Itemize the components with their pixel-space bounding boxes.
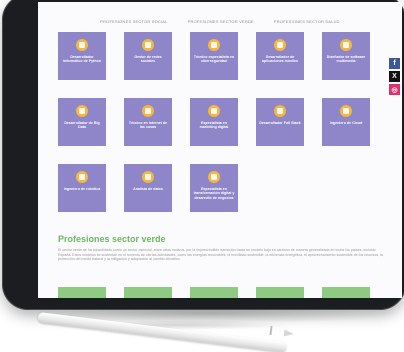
profession-tile[interactable]: Ingeniero de Cloud xyxy=(322,98,370,146)
instagram-icon[interactable]: ◎ xyxy=(389,84,400,95)
profession-icon xyxy=(76,171,88,183)
profession-label: Técnico en Internet de las cosas xyxy=(128,121,168,130)
nav-item-verde[interactable]: Profesiones sector verde xyxy=(188,19,254,24)
twitter-x-icon[interactable]: X xyxy=(389,71,400,82)
profession-tile[interactable]: Ingeniero de robótica xyxy=(58,164,106,212)
profession-label: Especialista en marketing digital xyxy=(199,121,229,130)
green-profession-tile[interactable] xyxy=(124,287,172,298)
green-tiles-row xyxy=(58,287,388,298)
profession-tile[interactable]: Especialista en transformación digital y… xyxy=(190,164,238,212)
profession-tile[interactable]: Diseñador de software multimedia xyxy=(322,32,370,80)
profession-label: Ingeniero de robótica xyxy=(63,187,101,191)
profession-label: Gestor de redes sociales xyxy=(134,55,162,64)
profession-tile[interactable]: Desarrollador de aplicaciones móviles xyxy=(256,32,304,80)
nav-item-salud[interactable]: Profesiones sector salud xyxy=(274,19,340,24)
profession-icon xyxy=(340,105,352,117)
stylus-band xyxy=(269,325,273,336)
profession-label: Analista de datos xyxy=(133,187,163,191)
professions-grid: Desarrollador informático de Python Gest… xyxy=(58,32,388,282)
profession-tile[interactable]: Especialista en marketing digital xyxy=(190,98,238,146)
profession-icon xyxy=(142,39,154,51)
profession-tile[interactable]: Técnico especialista en ciberseguridad xyxy=(190,32,238,80)
profession-tile[interactable]: Gestor de redes sociales xyxy=(124,32,172,80)
profession-tile[interactable]: Desarrollador de Big Data xyxy=(58,98,106,146)
green-profession-tile[interactable] xyxy=(190,287,238,298)
profession-tile[interactable]: Desarrollador informático de Python xyxy=(58,32,106,80)
profession-label: Ingeniero de Cloud xyxy=(329,121,363,125)
profession-icon xyxy=(142,105,154,117)
section-description: El sector verde se ha consolidado como u… xyxy=(58,248,383,262)
profession-icon xyxy=(76,39,88,51)
nav-item-social[interactable]: Profesiones sector social xyxy=(100,19,167,24)
profession-icon xyxy=(274,105,286,117)
green-profession-tile[interactable] xyxy=(322,287,370,298)
profession-icon xyxy=(142,171,154,183)
profession-icon xyxy=(274,39,286,51)
profession-label: Desarrollador de Big Data xyxy=(64,121,100,130)
profession-icon xyxy=(76,105,88,117)
profession-label: Especialista en transformación digital y… xyxy=(193,187,235,200)
profession-label: Desarrollador informático de Python xyxy=(63,55,101,64)
facebook-icon[interactable]: f xyxy=(389,58,400,69)
stylus-tip xyxy=(284,329,295,337)
profession-icon xyxy=(208,39,220,51)
profession-label: Desarrollador de aplicaciones móviles xyxy=(262,55,298,64)
tablet-screen: Profesiones sector social Profesiones se… xyxy=(38,2,402,298)
profession-icon xyxy=(208,105,220,117)
profession-label: Desarrollador Full Stack xyxy=(259,121,301,125)
tablet-device: Profesiones sector social Profesiones se… xyxy=(2,0,404,310)
green-profession-tile[interactable] xyxy=(58,287,106,298)
profession-tile[interactable]: Técnico en Internet de las cosas xyxy=(124,98,172,146)
profession-icon xyxy=(340,39,352,51)
green-profession-tile[interactable] xyxy=(256,287,304,298)
top-navigation: Profesiones sector social Profesiones se… xyxy=(38,2,402,24)
profession-icon xyxy=(208,171,220,183)
profession-label: Diseñador de software multimedia xyxy=(326,55,366,64)
section-title: Profesiones sector verde xyxy=(58,234,166,244)
profession-label: Técnico especialista en ciberseguridad xyxy=(193,55,235,64)
profession-tile[interactable]: Analista de datos xyxy=(124,164,172,212)
profession-tile[interactable]: Desarrollador Full Stack xyxy=(256,98,304,146)
